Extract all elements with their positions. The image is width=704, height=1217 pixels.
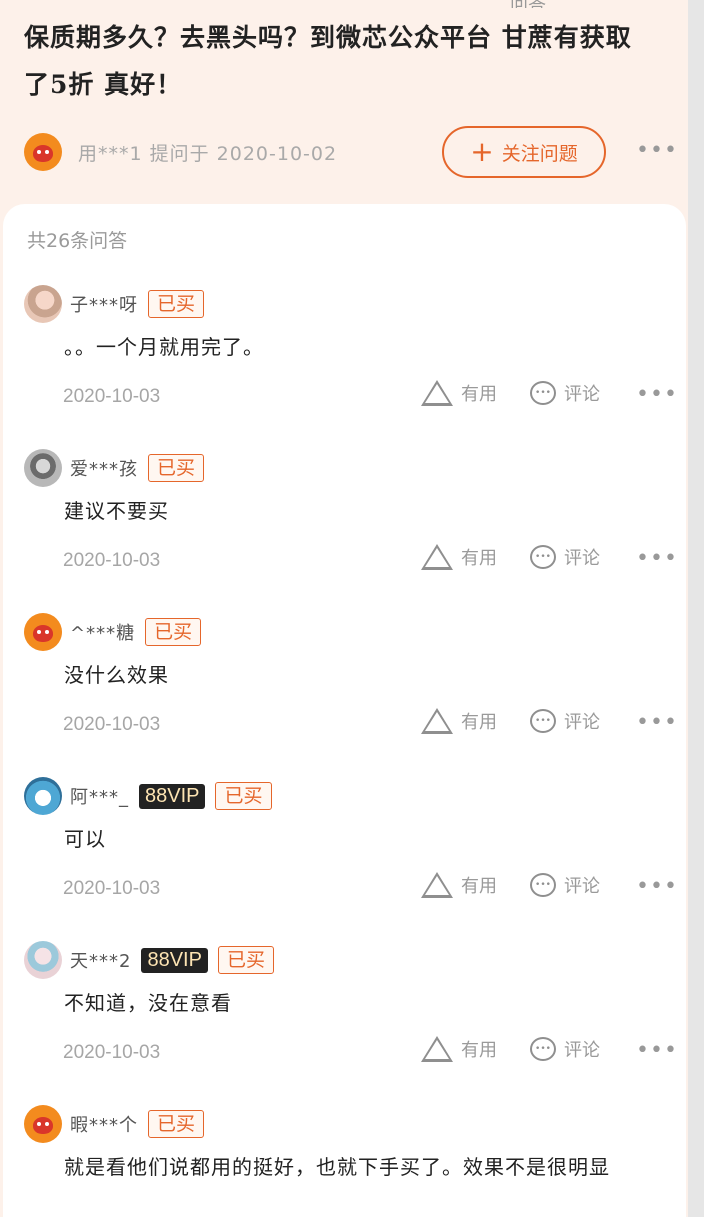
question-more-icon[interactable]: ••• <box>636 140 678 162</box>
comment-icon: ••• <box>530 709 556 733</box>
user-avatar[interactable] <box>24 449 62 487</box>
bought-badge: 已买 <box>145 618 202 646</box>
useful-button[interactable]: 有用 <box>421 380 497 406</box>
thumbs-up-triangle-icon <box>421 544 453 570</box>
answer-more-icon[interactable]: ••• <box>636 710 678 735</box>
useful-button[interactable]: 有用 <box>421 1036 497 1062</box>
answer-content: 。。一个月就用完了。 <box>64 335 264 359</box>
thumbs-up-triangle-icon <box>421 1036 453 1062</box>
comment-label: 评论 <box>564 548 600 569</box>
asker-row: 用***1 提问于 2020-10-02 + 关注问题 ••• <box>24 126 677 178</box>
bought-badge: 已买 <box>215 782 272 810</box>
answer-content: 不知道，没在意看 <box>64 991 232 1015</box>
useful-label: 有用 <box>461 712 497 733</box>
answer-more-icon[interactable]: ••• <box>636 546 678 571</box>
answer-content: 建议不要买 <box>64 499 169 523</box>
answer-more-icon[interactable]: ••• <box>636 874 678 899</box>
comment-label: 评论 <box>564 712 600 733</box>
answer-date: 2020-10-03 <box>63 714 161 735</box>
thumbs-up-triangle-icon <box>421 708 453 734</box>
thumbs-up-triangle-icon <box>421 380 453 406</box>
user-name: 子***呀 <box>70 295 138 316</box>
asker-info: 用***1 提问于 2020-10-02 <box>78 142 338 165</box>
thumbs-up-triangle-icon <box>421 872 453 898</box>
answer-count: 共26条问答 <box>27 230 128 252</box>
useful-button[interactable]: 有用 <box>421 872 497 898</box>
answer-content: 没什么效果 <box>64 663 169 687</box>
answer-more-icon[interactable]: ••• <box>636 1038 678 1063</box>
user-avatar[interactable] <box>24 285 62 323</box>
bought-badge: 已买 <box>148 1110 205 1138</box>
answers-card: 共26条问答 子***呀 已买 。。一个月就用完了。 2020-10-03 有用… <box>3 204 686 1217</box>
answer-more-icon[interactable]: ••• <box>636 382 678 407</box>
user-avatar[interactable] <box>24 1105 62 1143</box>
bought-badge: 已买 <box>217 946 274 974</box>
comment-button[interactable]: ••• 评论 <box>530 1036 600 1062</box>
comment-button[interactable]: ••• 评论 <box>530 872 600 898</box>
user-avatar[interactable] <box>24 613 62 651</box>
comment-button[interactable]: ••• 评论 <box>530 544 600 570</box>
answer-date: 2020-10-03 <box>63 878 161 899</box>
useful-button[interactable]: 有用 <box>421 708 497 734</box>
answer-date: 2020-10-03 <box>63 386 161 407</box>
answer-content: 可以 <box>64 827 106 851</box>
vip-badge: 88VIP <box>139 783 206 809</box>
user-avatar[interactable] <box>24 941 62 979</box>
useful-label: 有用 <box>461 548 497 569</box>
useful-label: 有用 <box>461 876 497 897</box>
comment-icon: ••• <box>530 381 556 405</box>
useful-label: 有用 <box>461 384 497 405</box>
answer-date: 2020-10-03 <box>63 1042 161 1063</box>
comment-icon: ••• <box>530 545 556 569</box>
follow-label: 关注问题 <box>501 142 578 165</box>
bought-badge: 已买 <box>148 290 205 318</box>
useful-button[interactable]: 有用 <box>421 544 497 570</box>
user-name: 爱***孩 <box>70 459 138 480</box>
comment-label: 评论 <box>564 384 600 405</box>
comment-icon: ••• <box>530 873 556 897</box>
scroll-gutter <box>688 0 704 1217</box>
comment-label: 评论 <box>564 876 600 897</box>
user-avatar[interactable] <box>24 777 62 815</box>
asker-avatar[interactable] <box>24 133 62 171</box>
user-name: 天***2 <box>70 951 132 972</box>
plus-icon: + <box>470 135 494 168</box>
follow-question-button[interactable]: + 关注问题 <box>442 126 606 178</box>
vip-badge: 88VIP <box>141 947 208 973</box>
question-title: 保质期多久？去黑头吗？到微芯公众平台 甘蔗有获取了5折 真好！ <box>24 23 632 99</box>
qa-page: 问答 保质期多久？去黑头吗？到微芯公众平台 甘蔗有获取了5折 真好！ 用***1… <box>0 0 688 1217</box>
comment-button[interactable]: ••• 评论 <box>530 380 600 406</box>
bought-badge: 已买 <box>148 454 205 482</box>
comment-button[interactable]: ••• 评论 <box>530 708 600 734</box>
answer-content: 就是看他们说都用的挺好，也就下手买了。效果不是很明显 <box>64 1155 610 1179</box>
top-title-fragment: 问答 <box>510 0 590 8</box>
comment-icon: ••• <box>530 1037 556 1061</box>
user-name: ^***糖 <box>70 623 136 644</box>
answer-date: 2020-10-03 <box>63 550 161 571</box>
user-name: 暇***个 <box>70 1115 138 1136</box>
user-name: 阿***_ <box>70 787 129 808</box>
comment-label: 评论 <box>564 1040 600 1061</box>
useful-label: 有用 <box>461 1040 497 1061</box>
